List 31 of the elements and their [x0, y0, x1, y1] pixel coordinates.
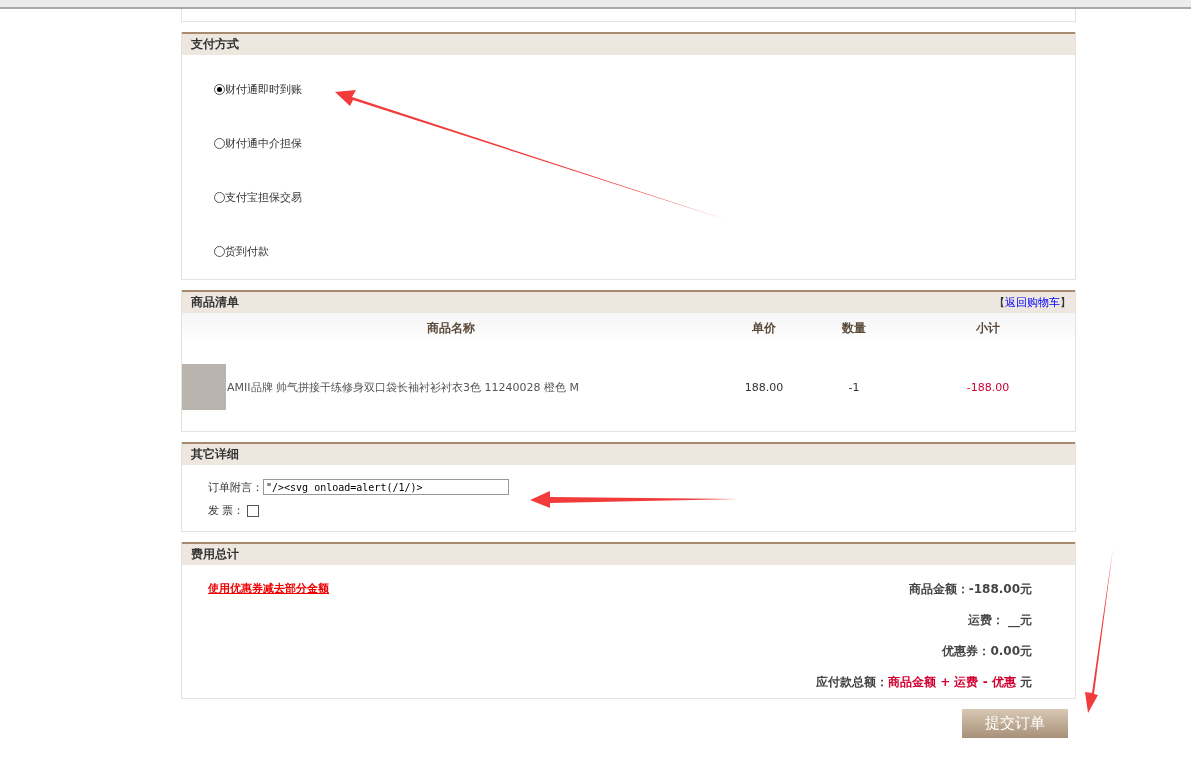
field-label: 发 票： — [208, 503, 245, 518]
fee-line: 运费： __元 — [967, 612, 1032, 628]
column-header: 商品名称 — [425, 319, 476, 337]
section-title: 费用总计 — [191, 546, 239, 563]
subtotal-cell-text: -188.00 — [965, 380, 1011, 394]
coupon-link[interactable]: 使用优惠券减去部分金额 — [208, 581, 329, 690]
currency-unit: 元 — [1019, 675, 1032, 689]
product-name[interactable]: AMII品牌 帅气拼接干练修身双口袋长袖衬衫衬衣3色 11240028 橙色 M — [227, 379, 579, 395]
column-header: 单价 — [751, 319, 777, 337]
field-label: 订单附言： — [208, 479, 263, 495]
payment-option[interactable]: 财付通即时到账 — [214, 81, 1075, 97]
product-photo-placeholder — [182, 364, 226, 410]
column-header: 小计 — [975, 319, 1001, 337]
total-label: 应付款总额： — [816, 675, 889, 689]
bracket: 】 — [1060, 296, 1071, 309]
input-field[interactable]: "/><svg onload=alert(/1/)> — [263, 479, 509, 495]
fee-line: 优惠券：0.00元 — [942, 643, 1032, 659]
fee-line: 商品金额：-188.00元 — [908, 581, 1032, 597]
section-title: 商品清单 — [191, 294, 239, 311]
price-cell-text: 188.00 — [743, 380, 785, 394]
checkbox[interactable] — [246, 504, 259, 517]
total-formula: 商品金额 + 运费 - 优惠 — [888, 675, 1016, 689]
back-to-cart-link[interactable]: 返回购物车 — [1005, 296, 1060, 309]
bracket: 【 — [994, 296, 1005, 309]
payment-option[interactable]: 财付通中介担保 — [214, 135, 1075, 151]
section-title: 其它详细 — [191, 446, 239, 463]
payment-option[interactable]: 货到付款 — [214, 243, 1075, 259]
column-header: 数量 — [841, 319, 867, 337]
payment-option[interactable]: 支付宝担保交易 — [214, 189, 1075, 205]
section-title: 支付方式 — [191, 36, 239, 53]
quantity-cell-text: -1 — [847, 380, 861, 394]
